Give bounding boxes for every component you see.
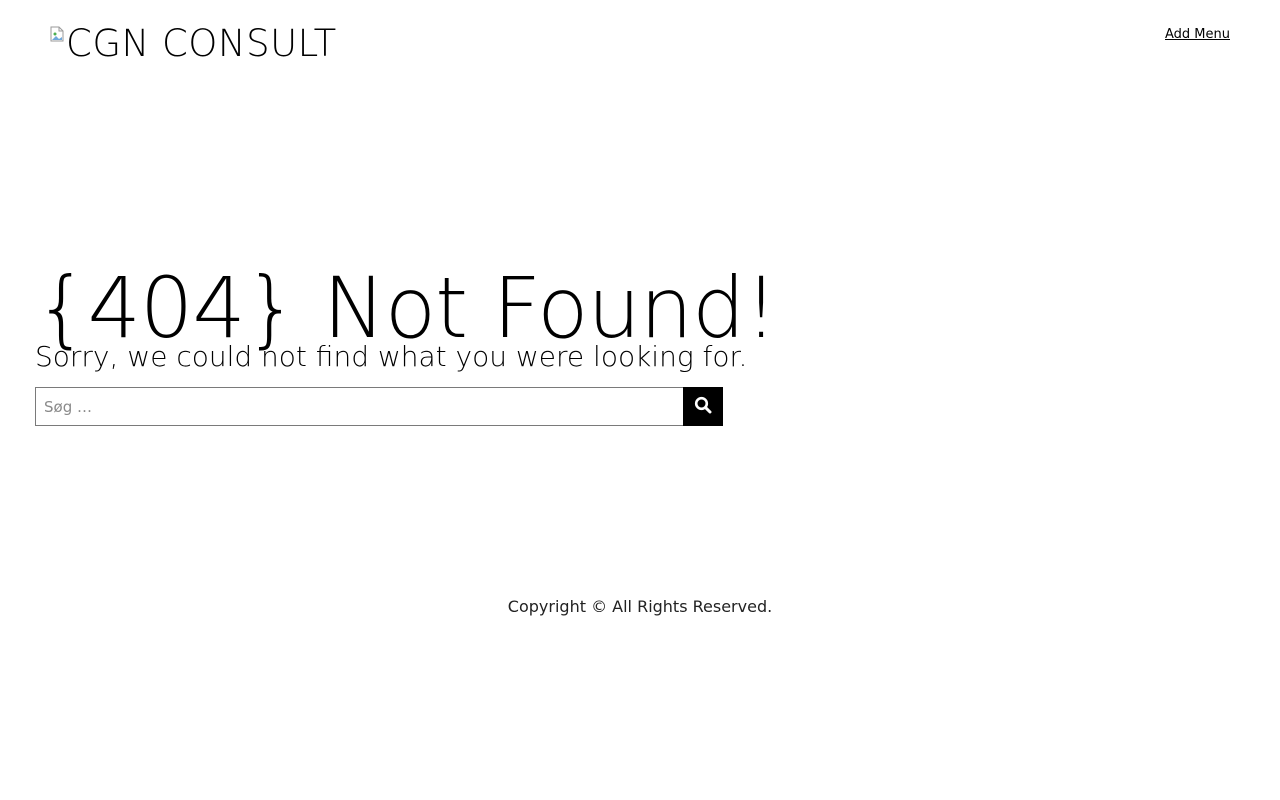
broken-image-icon [50,26,64,42]
page-subtitle: Sorry, we could not find what you were l… [35,340,748,373]
search-input[interactable] [35,387,683,426]
copyright-text: Copyright © All Rights Reserved. [507,597,773,616]
site-header: CGN CONSULT Add Menu [0,0,1280,90]
logo-text: CGN CONSULT [66,22,337,65]
search-form [35,387,723,426]
site-logo[interactable]: CGN CONSULT [50,24,337,64]
site-footer: Copyright © All Rights Reserved. [0,597,1280,616]
search-icon [694,396,712,417]
search-button[interactable] [683,387,723,426]
add-menu-link[interactable]: Add Menu [1165,27,1230,42]
main-content: {404} Not Found! Sorry, we could not fin… [35,260,795,374]
